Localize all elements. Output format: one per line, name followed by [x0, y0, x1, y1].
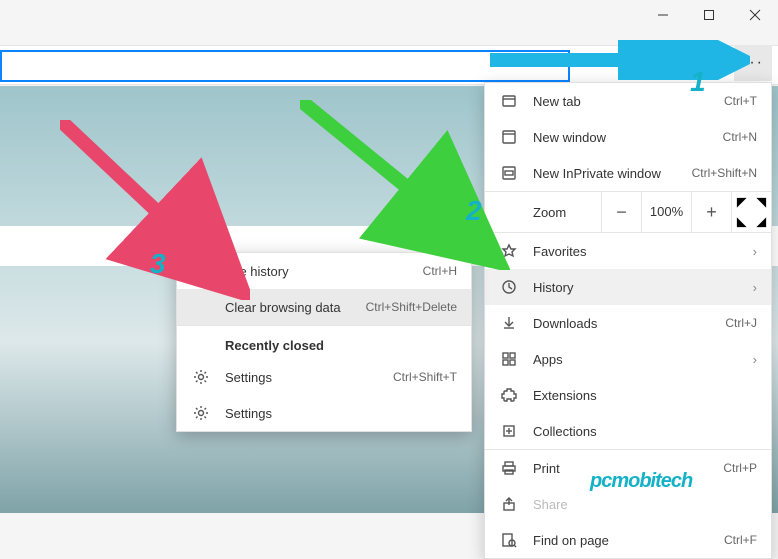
menu-downloads[interactable]: Downloads Ctrl+J	[485, 305, 771, 341]
menu-label: Collections	[533, 424, 757, 439]
zoom-out-button[interactable]: −	[601, 192, 641, 232]
fullscreen-button[interactable]	[731, 192, 771, 232]
find-icon	[499, 530, 519, 550]
submenu-manage-history[interactable]: age history Ctrl+H	[177, 253, 471, 289]
menu-label: New tab	[533, 94, 724, 109]
gear-icon	[191, 403, 211, 423]
history-icon	[191, 261, 211, 281]
menu-print[interactable]: Print Ctrl+P	[485, 450, 771, 486]
menu-new-tab[interactable]: New tab Ctrl+T	[485, 83, 771, 119]
address-bar[interactable]	[0, 50, 570, 82]
blank-icon	[191, 297, 211, 317]
apps-icon	[499, 349, 519, 369]
submenu-shortcut: Ctrl+Shift+Delete	[366, 300, 457, 314]
chevron-right-icon: ›	[753, 352, 757, 367]
menu-shortcut: Ctrl+P	[723, 461, 757, 475]
menu-favorites[interactable]: Favorites ›	[485, 233, 771, 269]
collections-icon	[499, 421, 519, 441]
menu-zoom: Zoom − 100% +	[485, 192, 771, 232]
ellipsis-icon: ···	[742, 54, 764, 72]
more-menu-button[interactable]: ···	[734, 45, 772, 81]
maximize-button[interactable]	[686, 0, 732, 30]
main-menu: New tab Ctrl+T New window Ctrl+N New InP…	[484, 82, 772, 559]
print-icon	[499, 458, 519, 478]
menu-new-window[interactable]: New window Ctrl+N	[485, 119, 771, 155]
menu-label: Apps	[533, 352, 753, 367]
gear-icon	[191, 367, 211, 387]
menu-label: Downloads	[533, 316, 725, 331]
window-controls	[640, 0, 778, 30]
minimize-button[interactable]	[640, 0, 686, 30]
favorites-icon	[499, 241, 519, 261]
menu-shortcut: Ctrl+T	[724, 94, 757, 108]
close-button[interactable]	[732, 0, 778, 30]
menu-share: Share	[485, 486, 771, 522]
submenu-recent-item[interactable]: Settings	[177, 395, 471, 431]
menu-label: Favorites	[533, 244, 753, 259]
menu-inprivate[interactable]: New InPrivate window Ctrl+Shift+N	[485, 155, 771, 191]
menu-shortcut: Ctrl+N	[723, 130, 757, 144]
menu-label: History	[533, 280, 753, 295]
menu-label: Share	[533, 497, 757, 512]
submenu-recent-item[interactable]: Settings Ctrl+Shift+T	[177, 359, 471, 395]
zoom-value: 100%	[641, 192, 691, 232]
submenu-shortcut: Ctrl+Shift+T	[393, 370, 457, 384]
menu-shortcut: Ctrl+F	[724, 533, 757, 547]
menu-label: Find on page	[533, 533, 724, 548]
menu-label: Extensions	[533, 388, 757, 403]
recently-closed-header: Recently closed	[177, 326, 471, 359]
submenu-label: Settings	[225, 370, 393, 385]
toolbar	[0, 45, 778, 85]
extensions-icon	[499, 385, 519, 405]
zoom-label: Zoom	[485, 205, 601, 220]
submenu-clear-data[interactable]: Clear browsing data Ctrl+Shift+Delete	[177, 289, 471, 325]
inprivate-icon	[499, 163, 519, 183]
menu-apps[interactable]: Apps ›	[485, 341, 771, 377]
menu-label: New window	[533, 130, 723, 145]
menu-extensions[interactable]: Extensions	[485, 377, 771, 413]
chevron-right-icon: ›	[753, 244, 757, 259]
zoom-in-button[interactable]: +	[691, 192, 731, 232]
share-icon	[499, 494, 519, 514]
menu-find[interactable]: Find on page Ctrl+F	[485, 522, 771, 558]
menu-collections[interactable]: Collections	[485, 413, 771, 449]
menu-label: Print	[533, 461, 723, 476]
menu-shortcut: Ctrl+J	[725, 316, 757, 330]
history-icon	[499, 277, 519, 297]
submenu-label: age history	[225, 264, 423, 279]
new-tab-icon	[499, 91, 519, 111]
chevron-right-icon: ›	[753, 280, 757, 295]
submenu-shortcut: Ctrl+H	[423, 264, 457, 278]
downloads-icon	[499, 313, 519, 333]
menu-label: New InPrivate window	[533, 166, 692, 181]
submenu-label: Settings	[225, 406, 457, 421]
menu-history[interactable]: History ›	[485, 269, 771, 305]
history-submenu: age history Ctrl+H Clear browsing data C…	[176, 252, 472, 432]
submenu-label: Clear browsing data	[225, 300, 366, 315]
menu-shortcut: Ctrl+Shift+N	[692, 166, 757, 180]
new-window-icon	[499, 127, 519, 147]
